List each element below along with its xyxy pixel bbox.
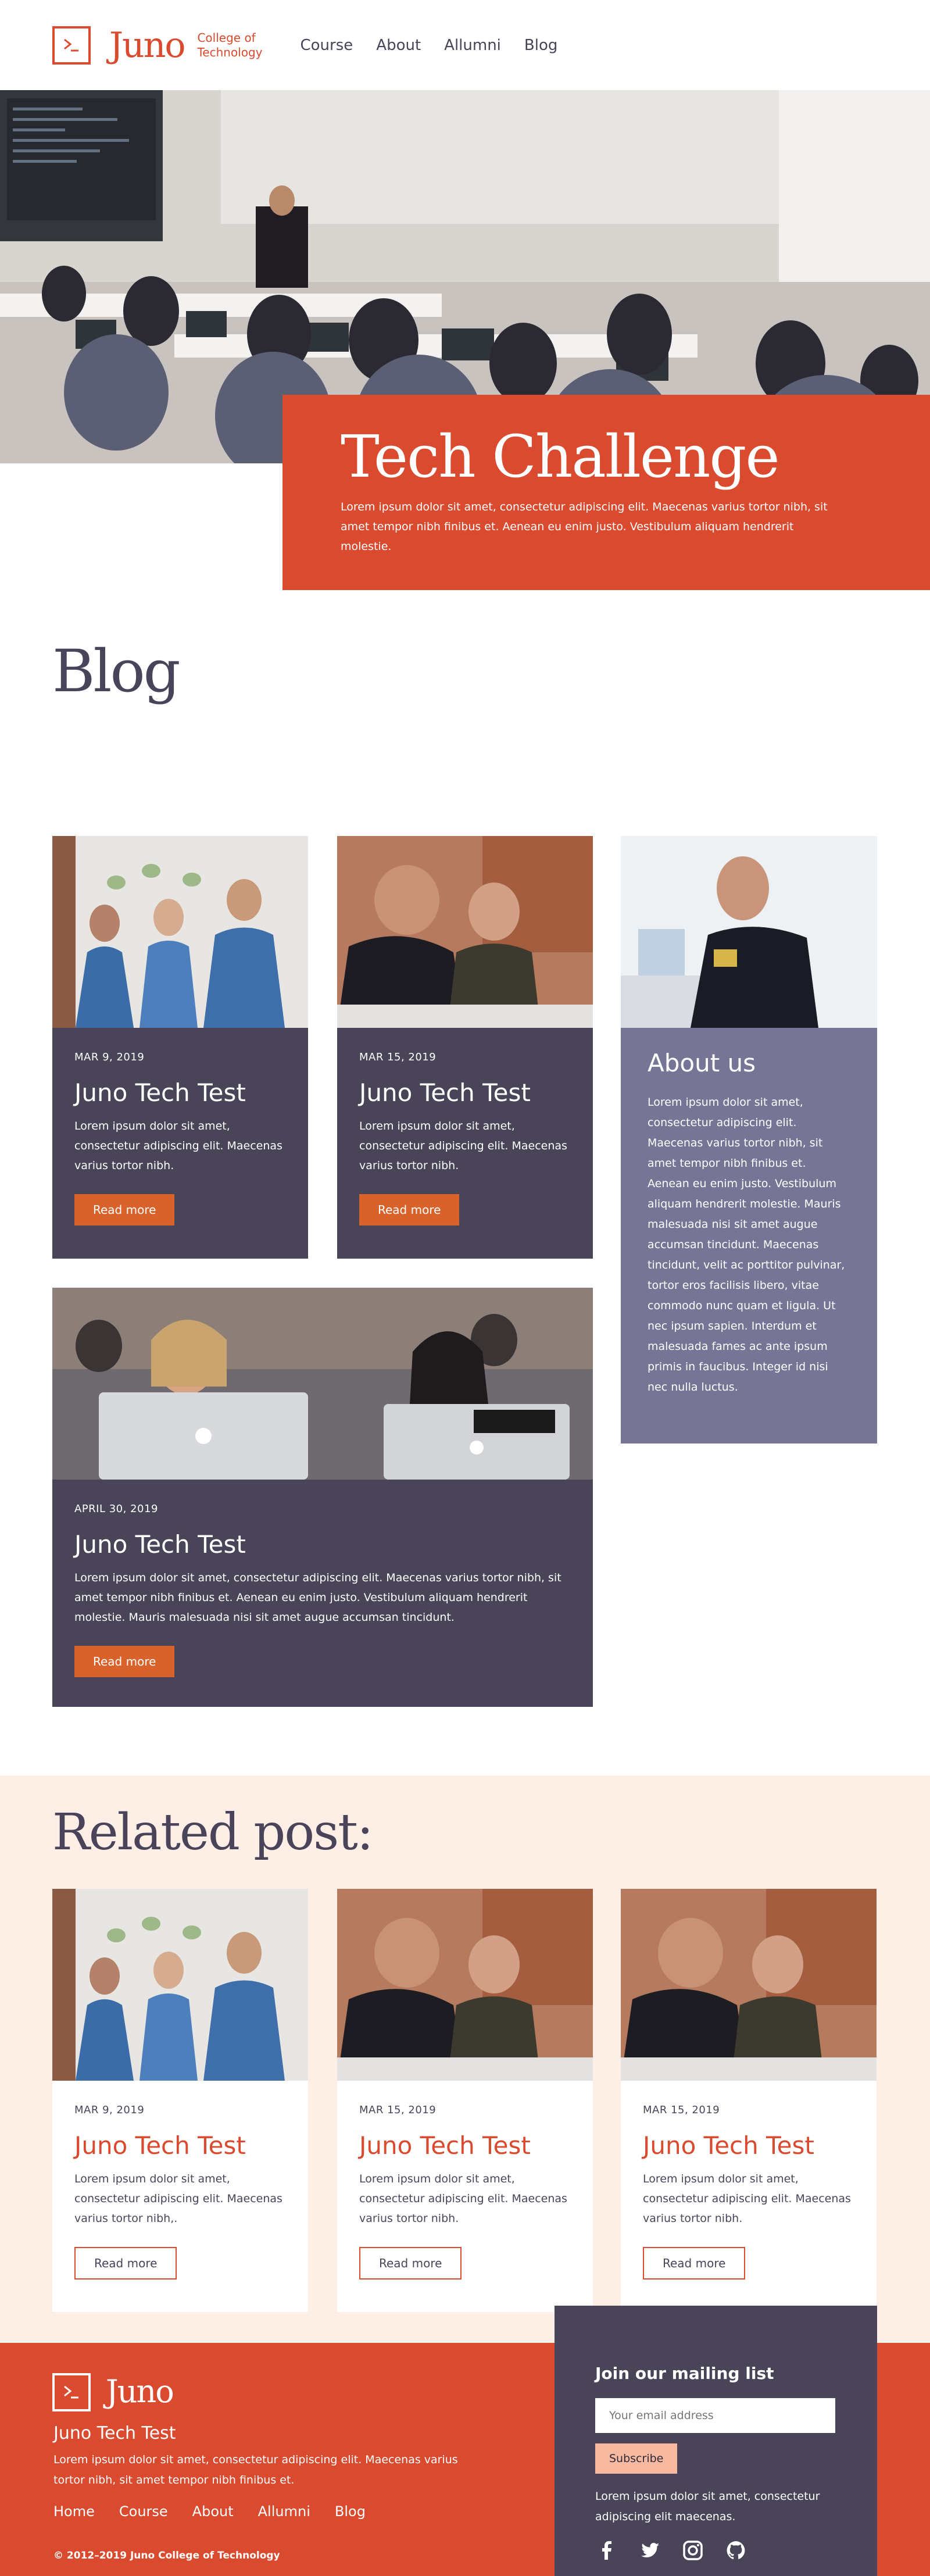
post-date: APRIL 30, 2019: [74, 1503, 158, 1515]
about-panel: About us Lorem ipsum dolor sit amet, con…: [621, 836, 877, 1444]
hero-title: Tech Challenge: [341, 423, 780, 491]
terminal-icon: [64, 2385, 78, 2399]
main-nav: Course About Allumni Blog: [301, 37, 558, 54]
hero-banner: Tech Challenge Lorem ipsum dolor sit ame…: [282, 395, 930, 590]
footer-nav: Home Course About Allumni Blog: [53, 2503, 366, 2520]
email-field[interactable]: [595, 2398, 835, 2433]
blog-heading: Blog: [52, 637, 181, 705]
about-text: Lorem ipsum dolor sit amet, consectetur …: [648, 1096, 845, 1394]
footer-logo-wordmark[interactable]: Juno: [106, 2373, 174, 2410]
related-card-image: [52, 1889, 308, 2081]
social-links: [595, 2539, 836, 2562]
mailing-text: Lorem ipsum dolor sit amet, consectetur …: [595, 2490, 820, 2523]
related-card: MAR 9, 2019 Juno Tech Test Lorem ipsum d…: [52, 1889, 308, 2312]
nav-link-allumni[interactable]: Allumni: [444, 37, 501, 54]
post-date: MAR 9, 2019: [74, 1051, 145, 1063]
about-body: About us Lorem ipsum dolor sit amet, con…: [621, 1028, 877, 1398]
blog-card: MAR 15, 2019 Juno Tech Test Lorem ipsum …: [337, 836, 593, 1259]
copyright: © 2012–2019 Juno College of Technology: [53, 2550, 280, 2561]
logo-wordmark[interactable]: Juno: [109, 28, 185, 63]
terminal-icon: [64, 38, 78, 51]
post-title[interactable]: Juno Tech Test: [74, 1530, 571, 1559]
post-excerpt: Lorem ipsum dolor sit amet, consectetur …: [359, 2173, 567, 2225]
related-card-image: [337, 1889, 593, 2081]
related-card-body: MAR 15, 2019 Juno Tech Test Lorem ipsum …: [337, 2081, 593, 2280]
post-excerpt: Lorem ipsum dolor sit amet, consectetur …: [359, 1120, 567, 1172]
post-title[interactable]: Juno Tech Test: [74, 2131, 286, 2160]
students-photo: [337, 1889, 593, 2081]
post-title[interactable]: Juno Tech Test: [74, 1078, 286, 1107]
read-more-button[interactable]: Read more: [359, 1194, 460, 1226]
blog-card-body: MAR 9, 2019 Juno Tech Test Lorem ipsum d…: [52, 1028, 308, 1226]
read-more-button[interactable]: Read more: [74, 1194, 175, 1226]
students-photo: [337, 836, 593, 1028]
post-excerpt: Lorem ipsum dolor sit amet, consectetur …: [74, 1571, 561, 1624]
about-title: About us: [648, 1049, 756, 1077]
footer-title: Juno Tech Test: [53, 2423, 176, 2443]
students-photo: [621, 1889, 877, 2081]
post-excerpt: Lorem ipsum dolor sit amet, consectetur …: [643, 2173, 851, 2225]
blog-card-body: APRIL 30, 2019 Juno Tech Test Lorem ipsu…: [52, 1480, 593, 1677]
related-card-body: MAR 15, 2019 Juno Tech Test Lorem ipsum …: [621, 2081, 877, 2280]
footer-text: Lorem ipsum dolor sit amet, consectetur …: [53, 2453, 458, 2486]
related-card: MAR 15, 2019 Juno Tech Test Lorem ipsum …: [621, 1889, 877, 2312]
blog-card-image: [337, 836, 593, 1028]
read-more-button[interactable]: Read more: [74, 1646, 175, 1677]
mailing-list-panel: Join our mailing list Subscribe Lorem ip…: [555, 2306, 877, 2576]
blog-card: MAR 9, 2019 Juno Tech Test Lorem ipsum d…: [52, 836, 308, 1259]
hero-section: Tech Challenge Lorem ipsum dolor sit ame…: [0, 90, 930, 590]
blog-card-body: MAR 15, 2019 Juno Tech Test Lorem ipsum …: [337, 1028, 593, 1226]
post-date: MAR 9, 2019: [74, 2104, 145, 2116]
nav-link-blog[interactable]: Blog: [524, 37, 557, 54]
blog-card: APRIL 30, 2019 Juno Tech Test Lorem ipsu…: [52, 1288, 593, 1707]
footer-link-course[interactable]: Course: [119, 2503, 168, 2520]
blog-card-image: [52, 1288, 593, 1480]
post-title[interactable]: Juno Tech Test: [643, 2131, 854, 2160]
about-image: [621, 836, 877, 1028]
nav-link-about[interactable]: About: [376, 37, 421, 54]
related-heading: Related post:: [52, 1803, 374, 1862]
facebook-icon[interactable]: [595, 2539, 618, 2562]
post-date: MAR 15, 2019: [359, 1051, 437, 1063]
instagram-icon[interactable]: [681, 2539, 704, 2562]
team-photo: [52, 836, 308, 1028]
footer-link-blog[interactable]: Blog: [335, 2503, 366, 2520]
hero-text: Lorem ipsum dolor sit amet, consectetur …: [341, 501, 828, 553]
post-title[interactable]: Juno Tech Test: [359, 2131, 571, 2160]
post-date: MAR 15, 2019: [359, 2104, 437, 2116]
post-excerpt: Lorem ipsum dolor sit amet, consectetur …: [74, 2173, 282, 2225]
site-header: Juno College of Technology Course About …: [0, 0, 930, 90]
logo-subtitle-line2: Technology: [197, 45, 263, 59]
blog-card-image: [52, 836, 308, 1028]
footer-logo-icon[interactable]: [52, 2373, 91, 2411]
laptops-photo: [52, 1288, 593, 1480]
blog-section: Blog MAR 9, 2019 Juno Tech Test Lorem ip…: [0, 590, 930, 1775]
logo-icon[interactable]: [52, 26, 91, 65]
github-icon[interactable]: [724, 2539, 747, 2562]
post-excerpt: Lorem ipsum dolor sit amet, consectetur …: [74, 1120, 282, 1172]
related-card-image: [621, 1889, 877, 2081]
related-section: Related post: MAR 9, 2019 Juno Tech Test…: [0, 1775, 930, 2343]
related-card: MAR 15, 2019 Juno Tech Test Lorem ipsum …: [337, 1889, 593, 2312]
logo-subtitle: College of Technology: [197, 31, 262, 60]
mailing-title: Join our mailing list: [595, 2364, 774, 2383]
team-photo: [52, 1889, 308, 2081]
post-title[interactable]: Juno Tech Test: [359, 1078, 571, 1107]
logo-subtitle-line1: College of: [197, 30, 256, 45]
read-more-button[interactable]: Read more: [74, 2247, 177, 2280]
nav-link-course[interactable]: Course: [301, 37, 353, 54]
footer-link-about[interactable]: About: [192, 2503, 234, 2520]
twitter-icon[interactable]: [638, 2539, 661, 2562]
site-footer: Juno Juno Tech Test Lorem ipsum dolor si…: [0, 2306, 930, 2576]
post-date: MAR 15, 2019: [643, 2104, 720, 2116]
read-more-button[interactable]: Read more: [643, 2247, 746, 2280]
read-more-button[interactable]: Read more: [359, 2247, 462, 2280]
related-card-body: MAR 9, 2019 Juno Tech Test Lorem ipsum d…: [52, 2081, 308, 2280]
footer-link-allumni[interactable]: Allumni: [258, 2503, 310, 2520]
subscribe-button[interactable]: Subscribe: [595, 2443, 678, 2474]
instructor-photo: [621, 836, 877, 1028]
footer-link-home[interactable]: Home: [53, 2503, 95, 2520]
